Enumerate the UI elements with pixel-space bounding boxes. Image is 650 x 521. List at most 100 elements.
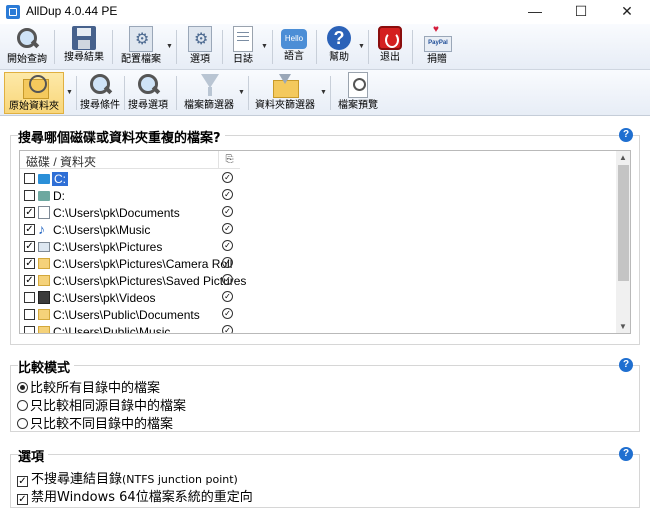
folder-filter-icon	[271, 72, 299, 98]
folder-checkbox[interactable]	[24, 190, 35, 201]
folder-checkbox[interactable]: ✓	[24, 224, 35, 235]
source-help-icon[interactable]: ?	[619, 128, 633, 142]
folder-checkbox[interactable]	[24, 309, 35, 320]
search-icon	[13, 26, 41, 52]
folder-path: C:	[52, 172, 68, 186]
status-check-icon[interactable]: ✓	[222, 240, 233, 251]
folder-path: C:\Users\pk\Documents	[53, 206, 180, 220]
folder-checkbox[interactable]	[24, 292, 35, 303]
folder-icon	[38, 275, 50, 286]
folder-row[interactable]: ✓ C:\Users\pk\Pictures\Saved Pictures ✓	[20, 272, 616, 289]
status-check-icon[interactable]: ✓	[222, 274, 233, 285]
folder-checkbox[interactable]	[24, 326, 35, 333]
option-checkbox-item[interactable]: ✓ 禁用Windows 64位檔案系統的重定向	[17, 486, 253, 505]
scroll-up-icon[interactable]: ▲	[619, 153, 627, 162]
source-folder-dropdown-arrow[interactable]: ▼	[66, 89, 73, 96]
toolbar-separator	[412, 30, 413, 64]
minimize-button[interactable]: —	[512, 0, 558, 24]
search-icon	[86, 72, 114, 98]
donate-label: 捐贈	[427, 54, 447, 65]
folder-row[interactable]: C:\Users\pk\Videos ✓	[20, 289, 616, 306]
radio-button[interactable]	[17, 382, 28, 393]
compare-mode-option[interactable]: 只比較相同源目錄中的檔案	[17, 395, 186, 414]
options-help-icon[interactable]: ?	[619, 447, 633, 461]
folder-checkbox[interactable]: ✓	[24, 258, 35, 269]
compare-mode-option[interactable]: 只比較不同目錄中的檔案	[17, 413, 173, 432]
source-folder-button[interactable]: 原始資料夾	[4, 72, 64, 114]
file-filter-button[interactable]: 檔案篩選器	[182, 72, 236, 114]
radio-button[interactable]	[17, 418, 28, 429]
title-bar: AllDup 4.0.44 PE — ☐ ✕	[0, 0, 650, 24]
folder-row[interactable]: ✓ C:\Users\pk\Pictures\Camera Roll ✓	[20, 255, 616, 272]
status-check-icon[interactable]: ✓	[222, 172, 233, 183]
search-criteria-button[interactable]: 搜尋條件	[78, 72, 122, 114]
search-options-button[interactable]: 搜尋選項	[126, 72, 170, 114]
status-check-icon[interactable]: ✓	[222, 257, 233, 268]
folder-row[interactable]: C: ✓	[20, 170, 616, 187]
exit-button[interactable]: 退出	[372, 26, 408, 68]
folder-row[interactable]: ✓ ♪ C:\Users\pk\Music ✓	[20, 221, 616, 238]
folder-search-icon	[21, 73, 49, 99]
file-filter-label: 檔案篩選器	[184, 100, 234, 111]
folder-list[interactable]: 磁碟 / 資料夾 ⎘ C: ✓ D: ✓ ✓ C:\Users\pk\Documents ✓…	[19, 150, 631, 334]
status-check-icon[interactable]: ✓	[222, 189, 233, 200]
column-header-folder[interactable]: 磁碟 / 資料夾	[26, 153, 96, 170]
folder-filter-dropdown-arrow[interactable]: ▼	[320, 89, 327, 96]
scroll-thumb[interactable]	[618, 165, 629, 281]
compare-mode-title: 比較模式	[18, 357, 75, 376]
file-preview-button[interactable]: 檔案預覽	[334, 72, 382, 114]
status-check-icon[interactable]: ✓	[222, 291, 233, 302]
help-button[interactable]: ? 幫助	[320, 26, 358, 68]
help-icon: ?	[327, 26, 351, 50]
compare-mode-option[interactable]: 比較所有目錄中的檔案	[17, 377, 160, 396]
log-dropdown-arrow[interactable]: ▼	[261, 43, 268, 50]
compare-help-icon[interactable]: ?	[619, 358, 633, 372]
folder-icon	[38, 258, 50, 269]
toolbar-separator	[368, 30, 369, 64]
start-search-button[interactable]: 開始查詢	[4, 26, 50, 68]
folder-row[interactable]: C:\Users\Public\Documents ✓	[20, 306, 616, 323]
folder-row[interactable]: ✓ C:\Users\pk\Pictures ✓	[20, 238, 616, 255]
toolbar-separator	[112, 30, 113, 64]
folder-row[interactable]: ✓ C:\Users\pk\Documents ✓	[20, 204, 616, 221]
drive2-icon	[38, 191, 50, 201]
status-check-icon[interactable]: ✓	[222, 325, 233, 333]
search-results-button[interactable]: 搜尋結果	[58, 26, 110, 68]
start-search-label: 開始查詢	[7, 54, 47, 65]
list-scrollbar[interactable]: ▲ ▼	[616, 151, 630, 333]
status-check-icon[interactable]: ✓	[222, 308, 233, 319]
folder-row[interactable]: D: ✓	[20, 187, 616, 204]
option-label-suffix: (NTFS junction point)	[122, 473, 238, 486]
maximize-button[interactable]: ☐	[558, 0, 604, 24]
folder-checkbox[interactable]: ✓	[24, 241, 35, 252]
folder-checkbox[interactable]: ✓	[24, 207, 35, 218]
radio-button[interactable]	[17, 400, 28, 411]
toolbar-separator	[176, 76, 177, 110]
folder-row[interactable]: C:\Users\Public\Music ✓	[20, 323, 616, 333]
compare-mode-label: 比較所有目錄中的檔案	[30, 381, 161, 396]
folder-filter-button[interactable]: 資料夾篩選器	[252, 72, 318, 114]
folder-path: C:\Users\pk\Pictures\Camera Roll	[53, 257, 233, 271]
log-button[interactable]: 日誌	[226, 26, 260, 68]
option-checkbox-item[interactable]: ✓ 不搜尋連結目錄(NTFS junction point)	[17, 468, 238, 487]
help-dropdown-arrow[interactable]: ▼	[358, 43, 365, 50]
language-button[interactable]: Hello 語言	[276, 26, 312, 68]
file-filter-dropdown-arrow[interactable]: ▼	[238, 89, 245, 96]
status-check-icon[interactable]: ✓	[222, 206, 233, 217]
profile-button[interactable]: 配置檔案	[116, 26, 166, 68]
folder-checkbox[interactable]: ✓	[24, 275, 35, 286]
toolbar-separator	[248, 76, 249, 110]
folder-path: C:\Users\pk\Pictures\Saved Pictures	[53, 274, 247, 288]
status-check-icon[interactable]: ✓	[222, 223, 233, 234]
close-button[interactable]: ✕	[604, 0, 650, 24]
scroll-down-icon[interactable]: ▼	[619, 322, 627, 331]
donate-button[interactable]: 捐贈	[418, 24, 456, 68]
column-header-status[interactable]: ⎘	[218, 151, 240, 169]
option-checkbox[interactable]: ✓	[17, 494, 28, 505]
search-results-label: 搜尋結果	[64, 52, 104, 63]
folder-checkbox[interactable]	[24, 173, 35, 184]
folder-path: C:\Users\Public\Documents	[53, 308, 200, 322]
profile-dropdown-arrow[interactable]: ▼	[166, 43, 173, 50]
options-button[interactable]: 選項	[180, 26, 220, 68]
filter-icon	[195, 72, 223, 98]
